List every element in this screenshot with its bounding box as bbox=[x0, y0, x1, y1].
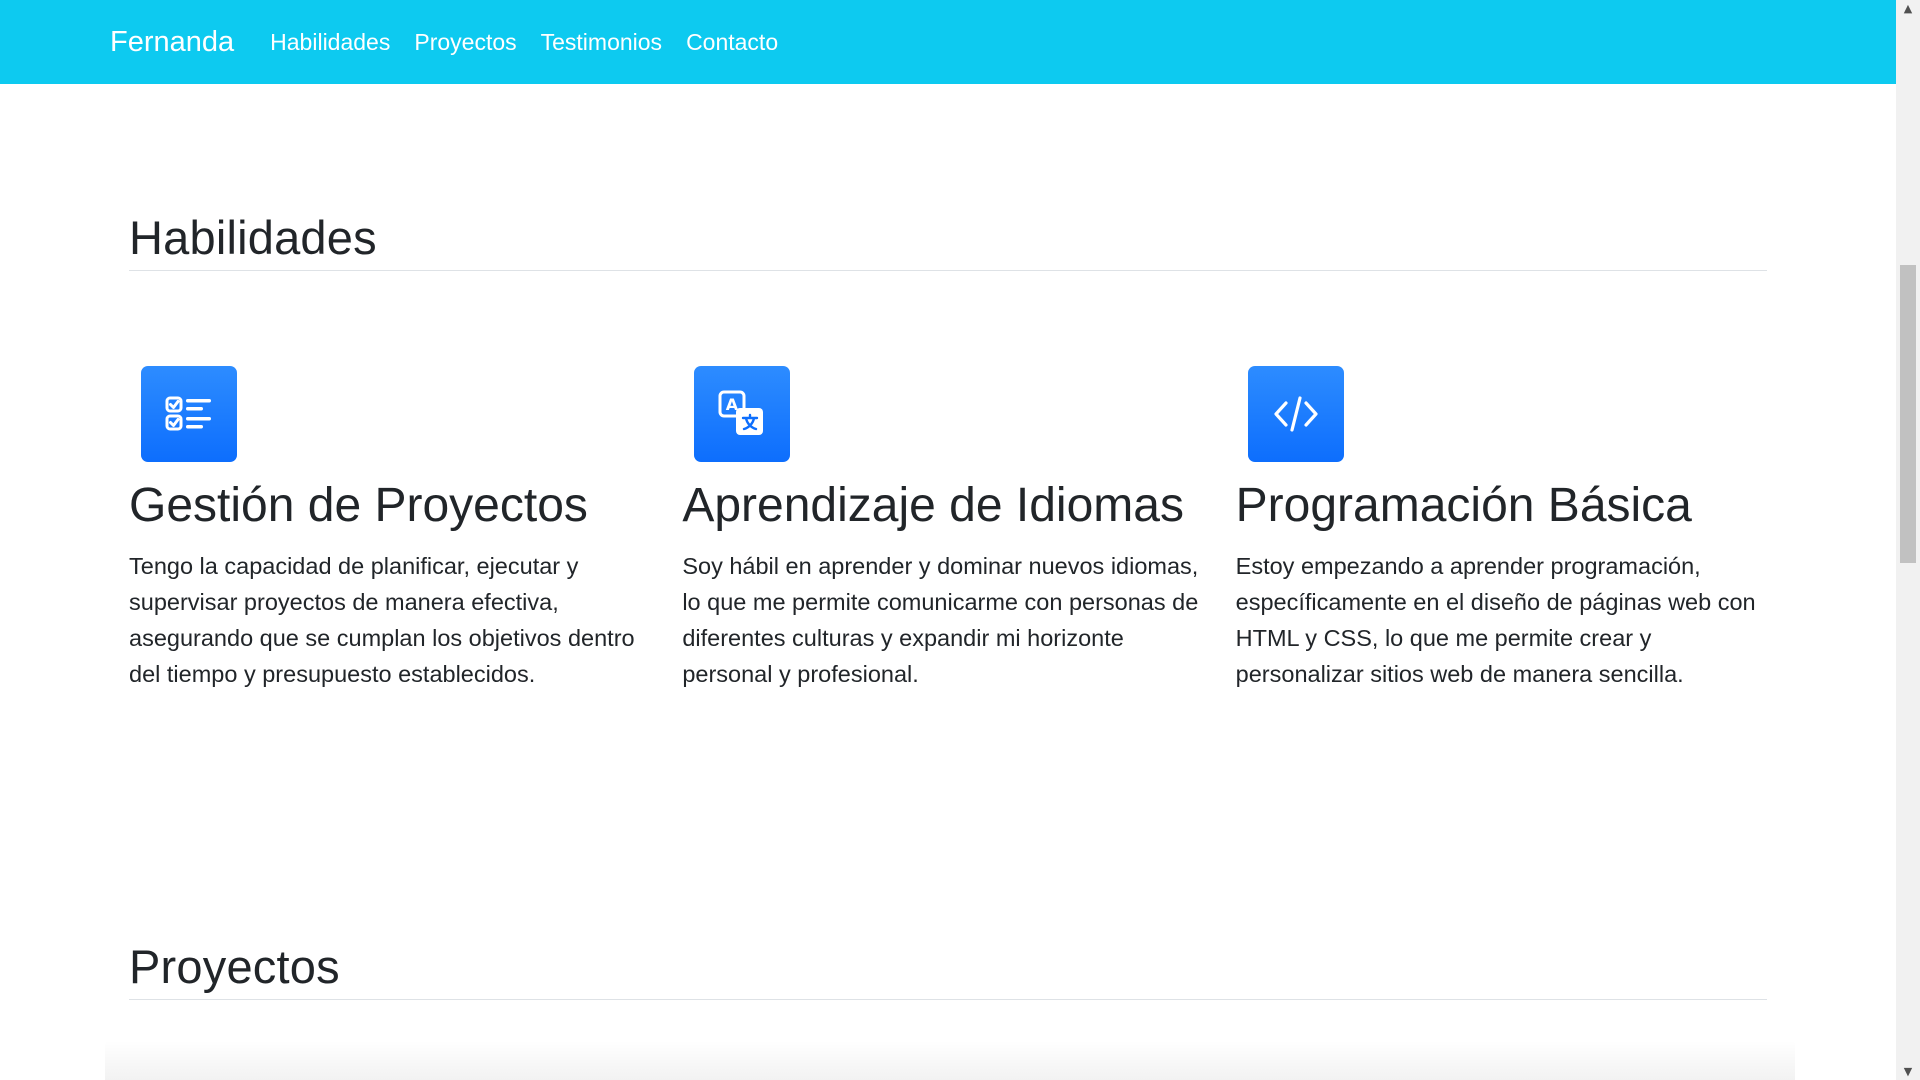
skill-title: Aprendizaje de Idiomas bbox=[682, 479, 1184, 532]
translate-icon: A bbox=[694, 366, 791, 462]
skills-divider bbox=[129, 270, 1767, 271]
project-card-top-edge bbox=[105, 1040, 1795, 1080]
nav-link-contacto[interactable]: Contacto bbox=[686, 29, 778, 56]
brand-link[interactable]: Fernanda bbox=[110, 26, 234, 59]
skills-heading: Habilidades bbox=[129, 211, 377, 264]
nav-links: Habilidades Proyectos Testimonios Contac… bbox=[270, 29, 778, 56]
skill-card-gestion: Gestión de Proyectos Tengo la capacidad … bbox=[129, 366, 682, 692]
code-icon bbox=[1247, 366, 1344, 462]
skill-card-idiomas: A Aprendizaje de Idiomas Soy hábil en ap… bbox=[682, 366, 1235, 692]
page: Fernanda Habilidades Proyectos Testimoni… bbox=[0, 0, 1920, 1080]
scroll-up-arrow-icon[interactable]: ▲ bbox=[1896, 0, 1920, 17]
skill-title: Programación Básica bbox=[1235, 479, 1692, 532]
nav-link-proyectos[interactable]: Proyectos bbox=[414, 29, 516, 56]
nav-link-habilidades[interactable]: Habilidades bbox=[270, 29, 390, 56]
navbar: Fernanda Habilidades Proyectos Testimoni… bbox=[0, 0, 1896, 84]
projects-section: Proyectos bbox=[129, 937, 1767, 1000]
skill-description: Soy hábil en aprender y dominar nuevos i… bbox=[682, 553, 1199, 687]
skill-title: Gestión de Proyectos bbox=[129, 479, 588, 532]
nav-link-testimonios[interactable]: Testimonios bbox=[541, 29, 662, 56]
scroll-down-arrow-icon[interactable]: ▼ bbox=[1896, 1063, 1920, 1080]
checklist-icon bbox=[141, 366, 237, 462]
skill-description: Tengo la capacidad de planificar, ejecut… bbox=[129, 553, 635, 687]
scrollbar-thumb[interactable] bbox=[1900, 265, 1916, 563]
skill-description: Estoy empezando a aprender programación,… bbox=[1235, 553, 1756, 687]
projects-divider bbox=[129, 999, 1767, 1000]
skills-grid: Gestión de Proyectos Tengo la capacidad … bbox=[129, 366, 1789, 692]
skills-section: Habilidades bbox=[129, 208, 1767, 271]
projects-heading: Proyectos bbox=[129, 940, 340, 993]
skill-card-programacion: Programación Básica Estoy empezando a ap… bbox=[1236, 366, 1789, 692]
vertical-scrollbar[interactable]: ▲ ▼ bbox=[1896, 0, 1920, 1080]
